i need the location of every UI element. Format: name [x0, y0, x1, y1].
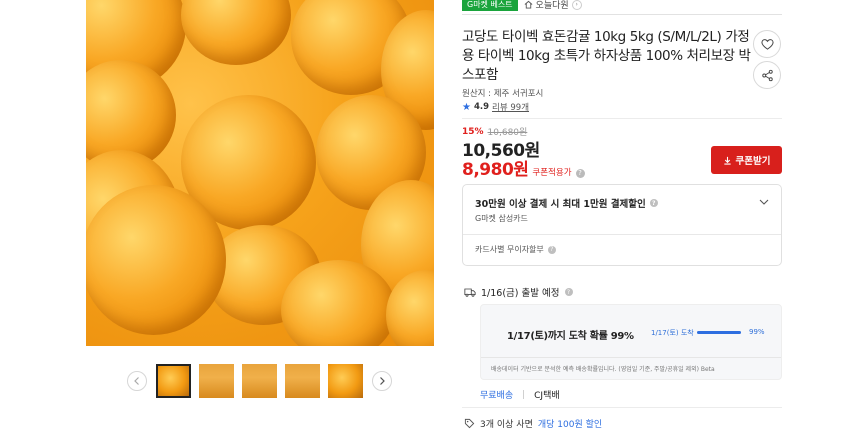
thumbnail-3[interactable] — [242, 364, 277, 398]
bulk-discount-row: 3개 이상 사면 개당 100원 할인 — [464, 417, 602, 430]
share-icon — [761, 69, 773, 81]
coupon-download-button[interactable]: 쿠폰받기 — [711, 146, 782, 174]
coupon-price: 8,980원 — [462, 160, 529, 180]
chevron-left-icon — [134, 377, 139, 385]
today-delivery-label: 오늘다원 — [535, 1, 569, 11]
free-shipping-label: 무료배송 — [480, 391, 514, 401]
today-delivery-badge[interactable]: 오늘다원 › — [524, 0, 582, 11]
shipping-method-row: 무료배송 CJ택배 — [480, 388, 560, 401]
bulk-discount-highlight: 개당 100원 할인 — [537, 420, 603, 430]
wishlist-button[interactable] — [753, 30, 781, 58]
chevron-right-icon: › — [571, 0, 582, 10]
rating-score: 4.9 — [473, 102, 490, 112]
info-icon[interactable]: ? — [649, 199, 658, 207]
divider — [481, 357, 781, 358]
divider — [462, 14, 782, 15]
star-icon: ★ — [462, 101, 471, 113]
info-icon[interactable]: ? — [564, 288, 573, 296]
arrival-probability-text: 1/17(토)까지 도착 확률 99% — [507, 331, 634, 342]
info-icon[interactable]: ? — [547, 245, 556, 254]
depart-date: 1/16(금) 출발 예정 — [481, 288, 560, 299]
coupon-button-label: 쿠폰받기 — [735, 156, 771, 167]
thumbnail-2[interactable] — [199, 364, 234, 398]
thumbnail-5[interactable] — [328, 364, 363, 398]
chevron-right-icon — [380, 377, 385, 385]
bulk-discount-prefix: 3개 이상 사면 — [480, 420, 533, 430]
discount-percent: 15% — [462, 126, 484, 137]
coupon-price-label: 쿠폰적용가 — [532, 168, 572, 178]
product-main-image — [86, 0, 434, 346]
shipping-depart-row: 1/16(금) 출발 예정 ? — [464, 285, 573, 299]
card-promo-title-row: 30만원 이상 결제 시 최대 1만원 결제할인 ? — [475, 196, 658, 210]
delivery-note: 배송데이터 기반으로 분석한 예측 배송확률입니다. (영업일 기준, 주말/공… — [491, 366, 715, 373]
card-promo-box[interactable]: 30만원 이상 결제 시 최대 1만원 결제할인 ? G마켓 삼성카드 카드사별… — [462, 184, 782, 266]
rating-row: ★ 4.9 리뷰 99개 — [462, 101, 529, 114]
carrier-label: CJ택배 — [534, 391, 560, 401]
product-title: 고당도 타이벡 효돈감귤 10kg 5kg (S/M/L/2L) 가정용 타이벡… — [462, 29, 751, 83]
origin-info: 원산지 : 제주 서귀포시 — [462, 89, 544, 99]
delivery-forecast-box: 1/17(토)까지 도착 확률 99% 1/17(토) 도착 99% 배송데이터… — [480, 304, 782, 380]
divider — [462, 118, 782, 119]
arrival-probability-bar-fill — [697, 331, 741, 334]
tag-icon — [464, 418, 475, 429]
share-button[interactable] — [753, 61, 781, 89]
divider — [462, 407, 782, 408]
card-promo-title: 30만원 이상 결제 시 최대 1만원 결제할인 — [475, 199, 646, 210]
badge-row: G마켓 베스트 오늘다원 › — [462, 0, 582, 11]
arrival-probability-percent: 99% — [749, 328, 765, 336]
home-icon — [524, 0, 532, 9]
info-icon[interactable]: ? — [575, 168, 585, 178]
arrival-date-mini: 1/17(토) 도착 — [651, 329, 694, 337]
installment-row: 카드사별 무이자할부 ? — [475, 244, 556, 255]
card-name: G마켓 삼성카드 — [475, 214, 528, 223]
installment-label: 카드사별 무이자할부 — [475, 245, 544, 254]
heart-icon — [760, 38, 774, 50]
gmarket-best-badge[interactable]: G마켓 베스트 — [462, 0, 518, 11]
divider — [523, 390, 525, 399]
truck-icon — [464, 288, 476, 297]
thumbnail-4[interactable] — [285, 364, 320, 398]
coupon-price-row: 8,980원 쿠폰적용가 ? — [462, 155, 585, 180]
chevron-down-icon[interactable] — [759, 197, 769, 207]
thumbnail-next-button[interactable] — [372, 371, 392, 391]
divider — [463, 234, 781, 235]
download-icon — [723, 156, 731, 165]
thumbnail-prev-button[interactable] — [127, 371, 147, 391]
thumbnail-1[interactable] — [156, 364, 191, 398]
arrival-probability-bar — [697, 331, 741, 334]
review-link[interactable]: 리뷰 99개 — [492, 101, 529, 113]
